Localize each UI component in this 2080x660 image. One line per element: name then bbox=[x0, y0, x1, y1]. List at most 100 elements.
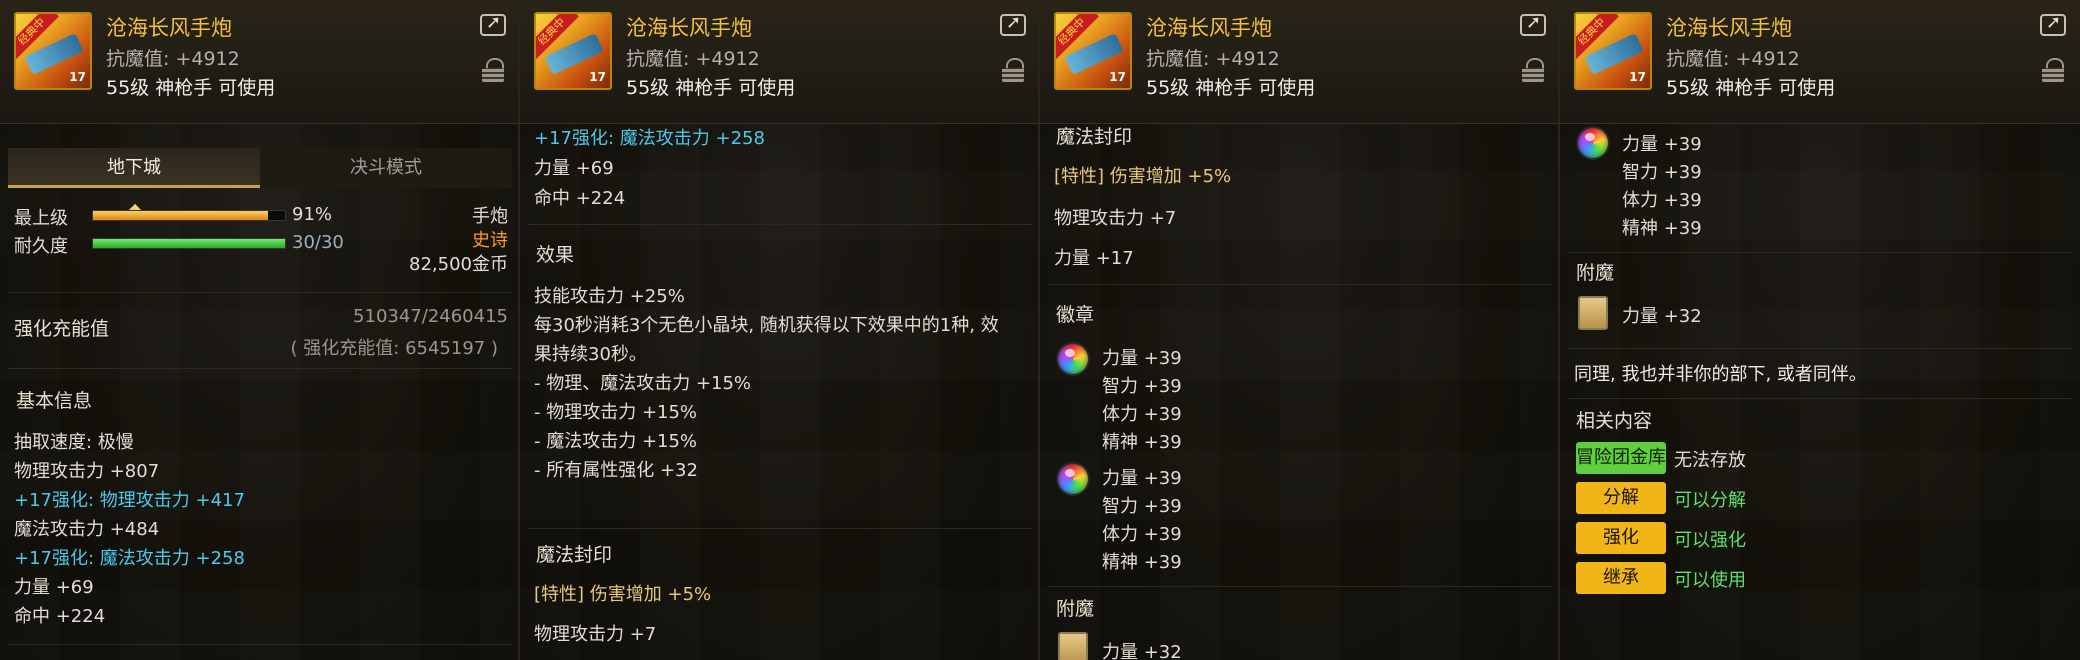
item-name: 沧海长风手炮 bbox=[1146, 16, 1272, 40]
stat-line: +17强化: 魔法攻击力 +258 bbox=[14, 548, 245, 569]
item-requirement: 55级 神枪手 可使用 bbox=[106, 77, 276, 99]
platinum-emblem-icon bbox=[1578, 128, 1608, 158]
lock-icon[interactable] bbox=[1522, 58, 1544, 82]
item-resist: 抗魔值: +4912 bbox=[1146, 48, 1280, 70]
item-tooltip-panel-4: 经典中 17 沧海长风手炮 抗魔值: +4912 55级 神枪手 可使用 力量 … bbox=[1560, 0, 2080, 660]
emblem-stat: 体力 +39 bbox=[1102, 524, 1182, 545]
inherit-button[interactable]: 继承 bbox=[1576, 562, 1666, 594]
icon-tag: 17 bbox=[1629, 70, 1646, 84]
flavor-text: 同理, 我也并非你的部下, 或者同伴。 bbox=[1574, 364, 1867, 385]
item-name: 沧海长风手炮 bbox=[626, 16, 752, 40]
seal-line: 力量 +17 bbox=[1054, 248, 1134, 269]
mode-tabs: 地下城 决斗模式 bbox=[8, 148, 512, 219]
emblem-stat: 精神 +39 bbox=[1102, 432, 1182, 453]
durability-label: 耐久度 bbox=[14, 236, 68, 257]
stat-line: 魔法攻击力 +484 bbox=[14, 519, 160, 540]
effect-line: - 魔法攻击力 +15% bbox=[534, 431, 698, 452]
tooltip-strip: 经典中 17 沧海长风手炮 抗魔值: +4912 55级 神枪手 可使用 地下城… bbox=[0, 0, 2080, 660]
emblem-stat: 精神 +39 bbox=[1102, 552, 1182, 573]
charge-total: ( 强化充能值: 6545197 ) bbox=[290, 338, 498, 359]
vault-status: 无法存放 bbox=[1674, 450, 1746, 471]
disassemble-status: 可以分解 bbox=[1674, 490, 1746, 511]
enchant-card-icon bbox=[1578, 296, 1608, 330]
emblem-stat: 精神 +39 bbox=[1622, 218, 1702, 239]
hand-cannon-icon: 经典中 17 bbox=[1574, 12, 1652, 90]
inherit-status: 可以使用 bbox=[1674, 570, 1746, 591]
charge-value: 510347/2460415 bbox=[353, 306, 508, 327]
share-icon[interactable] bbox=[2040, 12, 2066, 36]
tooltip-body: 力量 +39 智力 +39 体力 +39 精神 +39 附魔 力量 +32 同理… bbox=[1560, 124, 2080, 660]
price: 82,500金币 bbox=[409, 254, 508, 275]
icon-tag: 17 bbox=[69, 70, 86, 84]
share-icon[interactable] bbox=[1520, 12, 1546, 36]
stat-line: +17强化: 物理攻击力 +417 bbox=[14, 490, 245, 511]
reinforce-button[interactable]: 强化 bbox=[1576, 522, 1666, 554]
enchant-card-icon bbox=[1058, 632, 1088, 660]
stat-line: 抽取速度: 极慢 bbox=[14, 432, 134, 453]
emblem-stat: 力量 +39 bbox=[1622, 134, 1702, 155]
item-resist: 抗魔值: +4912 bbox=[106, 48, 240, 70]
hand-cannon-icon: 经典中 17 bbox=[1054, 12, 1132, 90]
tooltip-body: 地下城 决斗模式 最上级 91% 耐久度 30/30 手炮 史诗 82,500金… bbox=[0, 124, 518, 660]
enchant-title: 附魔 bbox=[1576, 262, 1615, 284]
emblem-stat: 智力 +39 bbox=[1622, 162, 1702, 183]
effect-line: 技能攻击力 +25% bbox=[534, 286, 685, 307]
seal-title: 魔法封印 bbox=[1056, 126, 1133, 148]
share-icon[interactable] bbox=[1000, 12, 1026, 36]
platinum-emblem-icon bbox=[1058, 464, 1088, 494]
adventure-vault-button[interactable]: 冒险团金库 bbox=[1576, 442, 1666, 474]
tooltip-body: +17强化: 魔法攻击力 +258 力量 +69 命中 +224 效果 技能攻击… bbox=[520, 124, 1038, 660]
item-header: 经典中 17 沧海长风手炮 抗魔值: +4912 55级 神枪手 可使用 bbox=[1040, 0, 1558, 124]
rarity: 史诗 bbox=[472, 230, 508, 251]
platinum-emblem-icon bbox=[1058, 344, 1088, 374]
charge-label: 强化充能值 bbox=[14, 318, 110, 340]
seal-trait: [特性] 伤害增加 +5% bbox=[1054, 166, 1232, 187]
seal-line: 物理攻击力 +7 bbox=[1054, 208, 1177, 229]
item-requirement: 55级 神枪手 可使用 bbox=[1146, 77, 1316, 99]
lock-icon[interactable] bbox=[482, 58, 504, 82]
emblem-stat: 体力 +39 bbox=[1102, 404, 1182, 425]
stat-line: 命中 +224 bbox=[534, 188, 626, 209]
lock-icon[interactable] bbox=[1002, 58, 1024, 82]
share-icon[interactable] bbox=[480, 12, 506, 36]
hand-cannon-icon: 经典中 17 bbox=[14, 12, 92, 90]
effect-line: - 物理攻击力 +15% bbox=[534, 402, 698, 423]
enchant-line: 力量 +32 bbox=[1102, 642, 1182, 660]
emblem-stat: 智力 +39 bbox=[1102, 496, 1182, 517]
max-level-label: 最上级 bbox=[14, 208, 68, 229]
effect-line: - 所有属性强化 +32 bbox=[534, 460, 698, 481]
emblem-stat: 力量 +39 bbox=[1102, 348, 1182, 369]
item-resist: 抗魔值: +4912 bbox=[626, 48, 760, 70]
tab-duel[interactable]: 决斗模式 bbox=[260, 148, 512, 188]
effect-title: 效果 bbox=[536, 244, 575, 266]
icon-tag: 17 bbox=[589, 70, 606, 84]
disassemble-button[interactable]: 分解 bbox=[1576, 482, 1666, 514]
item-name: 沧海长风手炮 bbox=[106, 16, 232, 40]
emblem-stat: 力量 +39 bbox=[1102, 468, 1182, 489]
stat-line: 命中 +224 bbox=[14, 606, 106, 627]
reinforce-status: 可以强化 bbox=[1674, 530, 1746, 551]
hand-cannon-icon: 经典中 17 bbox=[534, 12, 612, 90]
enchant-line: 力量 +32 bbox=[1622, 306, 1702, 327]
emblem-stat: 智力 +39 bbox=[1102, 376, 1182, 397]
weapon-type: 手炮 bbox=[472, 206, 508, 227]
seal-trait: [特性] 伤害增加 +5% bbox=[534, 584, 712, 605]
seal-line: 物理攻击力 +7 bbox=[534, 624, 657, 645]
effect-line: - 物理、魔法攻击力 +15% bbox=[534, 373, 752, 394]
tab-dungeon[interactable]: 地下城 bbox=[8, 148, 260, 188]
item-header: 经典中 17 沧海长风手炮 抗魔值: +4912 55级 神枪手 可使用 bbox=[1560, 0, 2080, 124]
emblem-title: 徽章 bbox=[1056, 304, 1095, 326]
item-tooltip-panel-3: 经典中 17 沧海长风手炮 抗魔值: +4912 55级 神枪手 可使用 魔法封… bbox=[1040, 0, 1560, 660]
emblem-stat: 体力 +39 bbox=[1622, 190, 1702, 211]
related-title: 相关内容 bbox=[1576, 410, 1653, 432]
item-name: 沧海长风手炮 bbox=[1666, 16, 1792, 40]
item-tooltip-panel-1: 经典中 17 沧海长风手炮 抗魔值: +4912 55级 神枪手 可使用 地下城… bbox=[0, 0, 520, 660]
stat-line: +17强化: 魔法攻击力 +258 bbox=[534, 128, 765, 149]
item-tooltip-panel-2: 经典中 17 沧海长风手炮 抗魔值: +4912 55级 神枪手 可使用 +17… bbox=[520, 0, 1040, 660]
seal-title: 魔法封印 bbox=[536, 544, 613, 566]
icon-tag: 17 bbox=[1109, 70, 1126, 84]
effect-line: 每30秒消耗3个无色小晶块, 随机获得以下效果中的1种, 效 bbox=[534, 315, 999, 336]
basic-info-title: 基本信息 bbox=[16, 390, 93, 412]
max-level-bar bbox=[92, 210, 286, 221]
lock-icon[interactable] bbox=[2042, 58, 2064, 82]
